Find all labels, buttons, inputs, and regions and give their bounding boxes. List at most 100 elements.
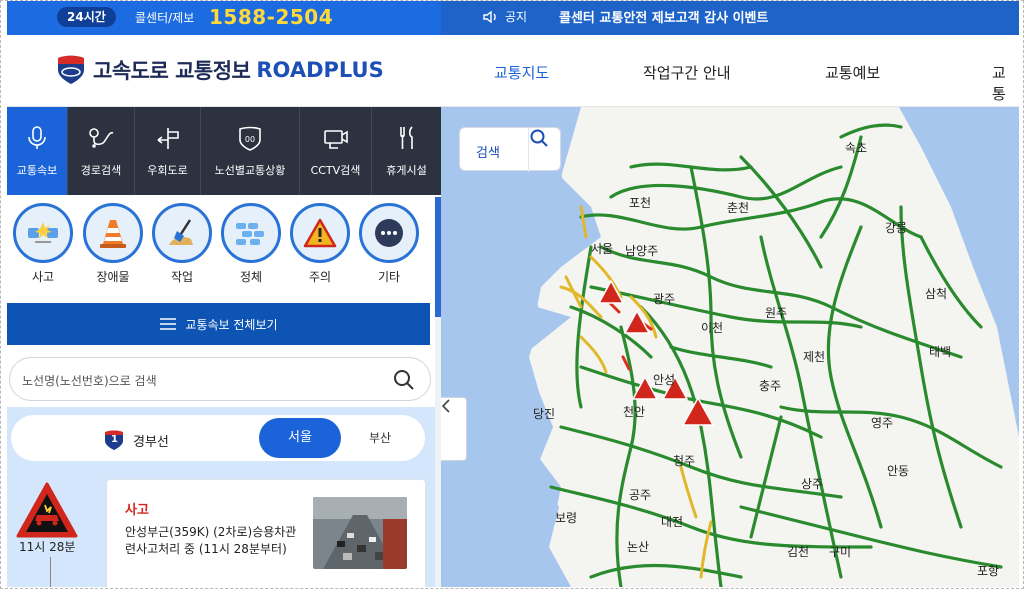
category-label: 장애물	[96, 270, 130, 284]
notice-ticker[interactable]: 콜센터 교통안전 제보고객 감사 이벤트	[559, 7, 768, 26]
tab-cctv[interactable]: CCTV검색	[300, 107, 372, 195]
tab-label: 휴게시설	[386, 164, 427, 177]
view-all-label: 교통속보 전체보기	[185, 317, 278, 332]
accident-warning-icon	[16, 482, 78, 538]
category-work[interactable]: 작업	[150, 203, 214, 285]
congestion-icon	[221, 203, 281, 263]
route-icon	[89, 128, 114, 148]
city-label: 보령	[555, 511, 578, 525]
city-label: 대전	[661, 515, 684, 529]
route-shield-icon: 00	[239, 126, 261, 151]
speaker-icon	[483, 10, 496, 23]
collapse-panel-button[interactable]	[441, 397, 467, 461]
route-pill: 1 경부선 서울 부산	[11, 415, 425, 461]
category-label: 사고	[31, 270, 55, 284]
route-name-label: 경부선	[133, 434, 169, 450]
callcenter-label: 콜센터/제보	[135, 11, 195, 25]
notice-label: 공지	[483, 8, 527, 25]
tab-label: 경로검색	[80, 164, 122, 177]
tab-label: 우회도로	[147, 164, 188, 177]
category-accident[interactable]: 사고	[11, 203, 75, 285]
city-label: 제천	[803, 350, 826, 364]
city-label: 영주	[871, 416, 894, 430]
category-label: 작업	[170, 270, 194, 284]
traffic-map[interactable]: 속초 포천 춘천 강릉 서울 남양주 광주 원주 삼척 이천 태백 제천 충주 …	[441, 107, 1019, 587]
tab-detour[interactable]: 우회도로	[135, 107, 201, 195]
logo-brand: ROADPLUS	[256, 58, 384, 82]
nav-traffic-more[interactable]: 교통	[992, 62, 1019, 104]
incident-type: 사고	[125, 503, 149, 518]
logo-text: 고속도로 교통정보	[93, 59, 251, 83]
svg-text:00: 00	[245, 135, 255, 144]
traffic-cone-icon	[83, 203, 143, 263]
detour-icon	[157, 128, 179, 149]
route-name[interactable]: 1 경부선	[103, 429, 169, 451]
direction-busan-button[interactable]: 부산	[369, 429, 391, 446]
city-label: 포항	[977, 564, 1000, 578]
route-selector: 1 경부선 서울 부산	[7, 407, 435, 471]
search-placeholder: 노선명(노선번호)으로 검색	[22, 374, 157, 388]
chevron-left-icon	[441, 399, 450, 413]
nav-traffic-forecast[interactable]: 교통예보	[825, 62, 880, 83]
shovel-icon	[152, 203, 212, 263]
city-label: 포천	[629, 196, 652, 210]
accident-icon	[13, 203, 73, 263]
category-label: 주의	[308, 270, 332, 284]
search-icon[interactable]	[392, 368, 416, 392]
city-label: 춘천	[727, 201, 750, 215]
city-label: 김천	[787, 545, 810, 559]
category-obstacle[interactable]: 장애물	[81, 203, 145, 285]
route-search-input[interactable]: 노선명(노선번호)으로 검색	[9, 357, 431, 401]
incident-list: 11시 28분 사고 안성부근(359K) (2차로)승용차관련사고처리 중 (…	[7, 471, 435, 587]
cctv-icon	[323, 130, 348, 149]
more-icon	[359, 203, 419, 263]
timeline-line	[50, 557, 51, 587]
tab-rest-area[interactable]: 휴게시설	[372, 107, 441, 195]
category-caution[interactable]: 주의	[288, 203, 352, 285]
city-label: 서울	[591, 242, 614, 256]
city-label: 당진	[533, 407, 556, 421]
category-other[interactable]: 기타	[357, 203, 421, 285]
tab-label: 노선별교통상황	[214, 164, 286, 177]
city-label: 청주	[673, 454, 696, 468]
city-label: 이천	[701, 321, 724, 335]
nav-work-zone[interactable]: 작업구간 안내	[643, 62, 731, 83]
tab-route-search[interactable]: 경로검색	[68, 107, 135, 195]
city-label: 강릉	[885, 221, 908, 235]
microphone-icon	[28, 126, 46, 149]
top-bar: 24시간 콜센터/제보 1588-2504 공지 콜센터 교통안전 제보고객 감…	[7, 1, 1019, 35]
tab-label: 교통속보	[16, 164, 58, 177]
category-filter: 사고 장애물 작업 정체 주의 기타	[7, 203, 441, 295]
category-label: 기타	[377, 270, 401, 284]
direction-seoul-button[interactable]: 서울	[259, 418, 341, 458]
nav-traffic-map[interactable]: 교통지도	[494, 62, 549, 83]
view-all-button[interactable]: 교통속보 전체보기	[7, 303, 430, 345]
warning-icon	[290, 203, 350, 263]
category-congestion[interactable]: 정체	[219, 203, 283, 285]
city-label: 삼척	[925, 287, 948, 301]
city-label: 논산	[627, 540, 650, 554]
site-logo[interactable]: 고속도로 교통정보 ROADPLUS	[55, 55, 384, 85]
map-search-button[interactable]	[528, 128, 562, 172]
incident-card[interactable]: 사고 안성부근(359K) (2차로)승용차관련사고처리 중 (11시 28분부…	[106, 479, 426, 587]
city-label: 남양주	[625, 244, 659, 258]
highway-shield-logo-icon	[58, 55, 84, 84]
incident-description: 안성부근(359K) (2차로)승용차관련사고처리 중 (11시 28분부터)	[125, 525, 297, 556]
menu-tabs: 교통속보 경로검색 우회도로 00 노선별교통상황 CCTV검색 휴게시설	[7, 107, 441, 195]
city-label: 천안	[623, 405, 646, 419]
tab-traffic-news[interactable]: 교통속보	[7, 107, 68, 195]
category-label: 정체	[239, 270, 263, 284]
map-search-label: 검색	[476, 146, 500, 161]
tab-route-status[interactable]: 00 노선별교통상황	[201, 107, 300, 195]
incident-cctv-thumbnail[interactable]	[313, 497, 407, 569]
left-panel: 교통속보 경로검색 우회도로 00 노선별교통상황 CCTV검색 휴게시설 사고…	[7, 107, 441, 587]
menu-icon	[160, 318, 177, 330]
callcenter-number[interactable]: 1588-2504	[209, 5, 333, 29]
search-icon	[530, 129, 548, 147]
map-search-box[interactable]: 검색	[459, 127, 562, 172]
city-label: 구미	[829, 545, 852, 559]
site-header: 고속도로 교통정보 ROADPLUS 교통지도 작업구간 안내 교통예보 교통	[7, 35, 1019, 107]
callcenter-strip: 24시간 콜센터/제보 1588-2504	[7, 1, 441, 35]
city-label: 태백	[929, 345, 952, 359]
incident-time: 11시 28분	[19, 540, 76, 554]
